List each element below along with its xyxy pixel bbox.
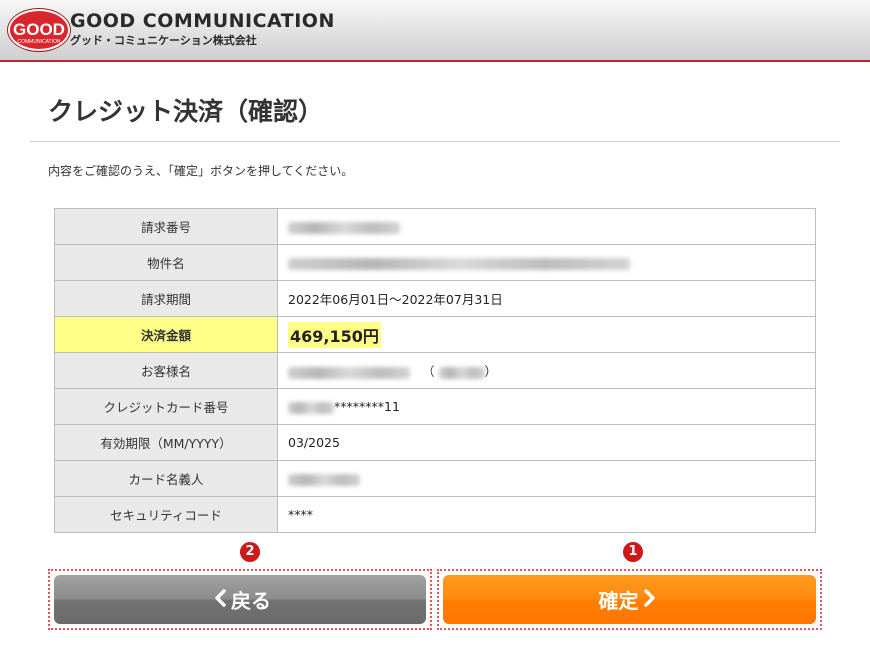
confirm-button-highlight: 確定 [437, 569, 822, 630]
expiry-value: 03/2025 [277, 424, 816, 461]
paren-open: （ [422, 364, 435, 379]
payment-info-table: 請求番号 物件名 請求期間 2022年06月01日～2022年07月31日 決済… [54, 208, 816, 533]
customer-name-value: （） [277, 352, 816, 389]
billing-period-value: 2022年06月01日～2022年07月31日 [277, 280, 816, 317]
company-name-jp: グッド・コミュニケーション株式会社 [70, 34, 257, 47]
table-row: 請求番号 [54, 208, 816, 245]
redacted-customer-name [288, 366, 410, 379]
property-name-label: 物件名 [54, 244, 278, 281]
table-row: 有効期限（MM/YYYY） 03/2025 [54, 424, 816, 461]
redacted-cardholder [288, 473, 360, 486]
back-button[interactable]: 戻る [54, 575, 426, 624]
payment-amount-value: 469,150円 [277, 316, 816, 353]
table-row: 物件名 [54, 244, 816, 281]
logo-subtext: COMMUNICATION [18, 39, 61, 45]
card-number-masked: ********11 [334, 399, 400, 414]
company-name-en: GOOD COMMUNICATION [70, 10, 335, 32]
title-divider [30, 141, 840, 142]
table-row: お客様名 （） [54, 352, 816, 389]
redacted-property-name [288, 257, 630, 270]
security-code-value: **** [277, 496, 816, 533]
paren-close: ） [484, 364, 498, 379]
table-row: クレジットカード番号 ********11 [54, 388, 816, 425]
chevron-left-icon [213, 588, 227, 612]
table-row: 決済金額 469,150円 [54, 316, 816, 353]
instruction-text: 内容をご確認のうえ、「確定」ボタンを押してください。 [48, 164, 354, 178]
cardholder-value [277, 460, 816, 497]
payment-amount-label: 決済金額 [54, 316, 278, 353]
invoice-number-label: 請求番号 [54, 208, 278, 245]
table-row: セキュリティコード **** [54, 496, 816, 533]
property-name-value [277, 244, 816, 281]
card-number-value: ********11 [277, 388, 816, 425]
redacted-customer-kana [438, 366, 485, 379]
chevron-right-icon [643, 588, 657, 612]
page-title: クレジット決済（確認） [48, 97, 324, 126]
logo-text: GOOD [13, 20, 65, 39]
cardholder-label: カード名義人 [54, 460, 278, 497]
back-button-highlight: 戻る [48, 569, 432, 630]
back-button-label: 戻る [231, 589, 271, 613]
confirm-step-badge: 1 [622, 541, 644, 563]
confirm-button[interactable]: 確定 [443, 575, 816, 624]
good-logo-icon: GOOD COMMUNICATION [8, 9, 70, 51]
payment-amount-text: 469,150円 [288, 321, 381, 348]
redacted-invoice-number [288, 221, 400, 234]
customer-name-label: お客様名 [54, 352, 278, 389]
table-row: 請求期間 2022年06月01日～2022年07月31日 [54, 280, 816, 317]
card-number-label: クレジットカード番号 [54, 388, 278, 425]
table-row: カード名義人 [54, 460, 816, 497]
expiry-label: 有効期限（MM/YYYY） [54, 424, 278, 461]
security-code-label: セキュリティコード [54, 496, 278, 533]
back-step-badge: 2 [239, 541, 261, 563]
invoice-number-value [277, 208, 816, 245]
site-header: GOOD COMMUNICATION GOOD COMMUNICATION グッ… [0, 0, 870, 62]
redacted-card-prefix [288, 401, 334, 414]
billing-period-label: 請求期間 [54, 280, 278, 317]
confirm-button-label: 確定 [598, 589, 639, 613]
